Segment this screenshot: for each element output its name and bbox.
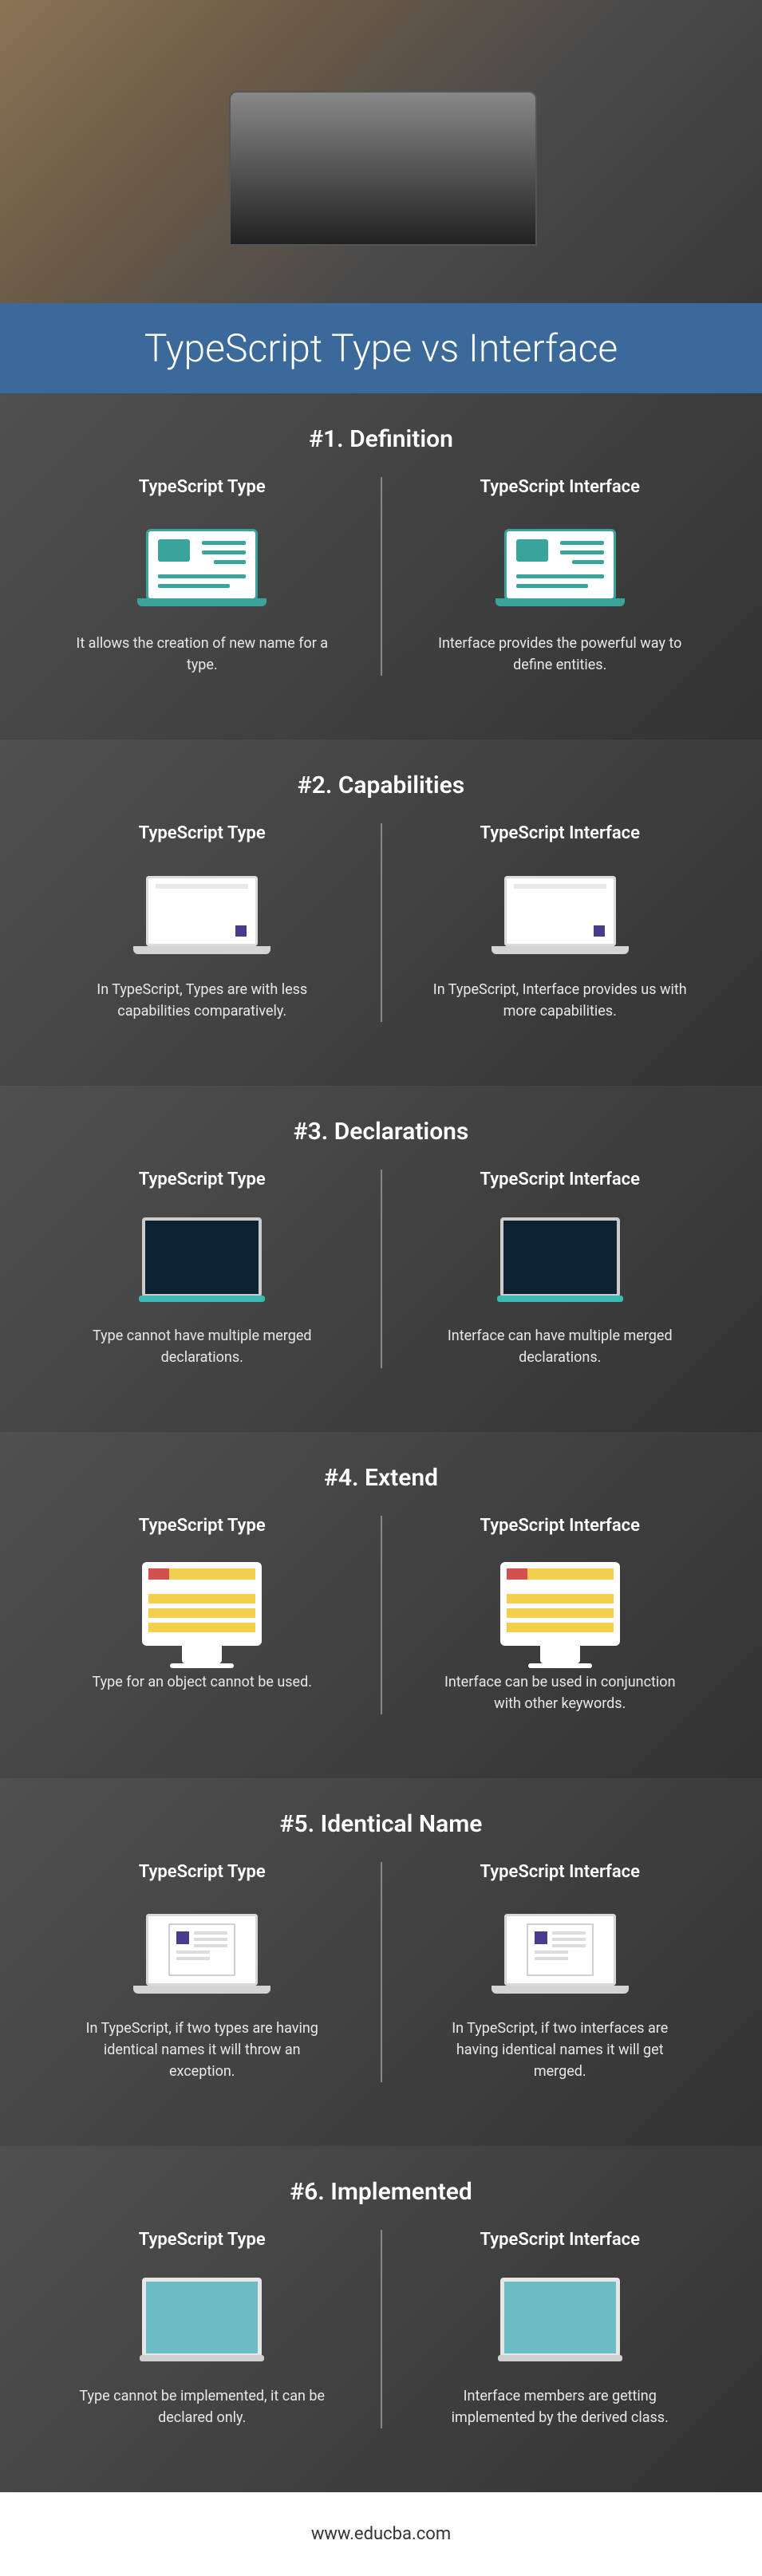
right-description: In TypeScript, Interface provides us wit… xyxy=(432,979,688,1022)
laptop-icon xyxy=(504,529,616,601)
monitor-icon xyxy=(142,2278,262,2357)
left-title: TypeScript Type xyxy=(48,1170,357,1189)
right-title: TypeScript Interface xyxy=(406,1170,715,1189)
monitor-icon xyxy=(500,1562,620,1646)
laptop-icon xyxy=(146,876,258,946)
left-title: TypeScript Type xyxy=(48,2230,357,2250)
monitor-icon xyxy=(142,1562,262,1646)
monitor-icon xyxy=(142,1217,262,1297)
monitor-icon xyxy=(500,2278,620,2357)
laptop-icon xyxy=(146,1914,258,1986)
section-heading: #2. Capabilities xyxy=(24,771,738,799)
hero-image xyxy=(0,0,762,303)
left-description: In TypeScript, Types are with less capab… xyxy=(74,979,330,1022)
comparison-section: #4. Extend TypeScript Type Type for an obj… xyxy=(0,1432,762,1778)
left-description: In TypeScript, if two types are having i… xyxy=(74,2018,330,2082)
right-title: TypeScript Interface xyxy=(406,477,715,497)
section-heading: #6. Implemented xyxy=(24,2178,738,2206)
laptop-icon xyxy=(504,876,616,946)
page-title: TypeScript Type vs Interface xyxy=(0,303,762,393)
left-description: Type cannot have multiple merged declara… xyxy=(74,1325,330,1368)
left-column: TypeScript Type In TypeScript, Types are … xyxy=(24,823,382,1022)
right-column: TypeScript Interface In TypeScript, Inter… xyxy=(382,823,739,1022)
left-column: TypeScript Type Type for an object cannot… xyxy=(24,1516,382,1714)
left-title: TypeScript Type xyxy=(48,1516,357,1536)
section-heading: #4. Extend xyxy=(24,1464,738,1492)
right-title: TypeScript Interface xyxy=(406,1862,715,1882)
right-title: TypeScript Interface xyxy=(406,823,715,843)
section-heading: #3. Declarations xyxy=(24,1118,738,1146)
footer-url: www.educba.com xyxy=(0,2492,762,2576)
comparison-section: #2. Capabilities TypeScript Type In TypeSc… xyxy=(0,740,762,1086)
section-heading: #5. Identical Name xyxy=(24,1810,738,1838)
right-description: Interface members are getting implemente… xyxy=(432,2385,688,2428)
left-column: TypeScript Type Type cannot be implemente… xyxy=(24,2230,382,2428)
left-title: TypeScript Type xyxy=(48,1862,357,1882)
right-title: TypeScript Interface xyxy=(406,1516,715,1536)
right-title: TypeScript Interface xyxy=(406,2230,715,2250)
left-description: It allows the creation of new name for a… xyxy=(74,633,330,676)
right-description: Interface can have multiple merged decla… xyxy=(432,1325,688,1368)
laptop-icon xyxy=(504,1914,616,1986)
left-column: TypeScript Type In TypeScript, if two typ… xyxy=(24,1862,382,2082)
right-description: Interface can be used in conjunction wit… xyxy=(432,1671,688,1714)
left-description: Type cannot be implemented, it can be de… xyxy=(74,2385,330,2428)
right-description: Interface provides the powerful way to d… xyxy=(432,633,688,676)
left-column: TypeScript Type It allows the creation of… xyxy=(24,477,382,676)
right-column: TypeScript Interface Interface can have m… xyxy=(382,1170,739,1368)
comparison-section: #6. Implemented TypeScript Type Type canno… xyxy=(0,2146,762,2492)
comparison-section: #1. Definition TypeScript Type It allows t… xyxy=(0,393,762,740)
left-description: Type for an object cannot be used. xyxy=(74,1671,330,1693)
right-description: In TypeScript, if two interfaces are hav… xyxy=(432,2018,688,2082)
right-column: TypeScript Interface Interface provides t… xyxy=(382,477,739,676)
section-heading: #1. Definition xyxy=(24,425,738,453)
right-column: TypeScript Interface Interface can be use… xyxy=(382,1516,739,1714)
left-title: TypeScript Type xyxy=(48,477,357,497)
right-column: TypeScript Interface In TypeScript, if tw… xyxy=(382,1862,739,2082)
comparison-section: #5. Identical Name TypeScript Type In Type… xyxy=(0,1778,762,2146)
laptop-icon xyxy=(146,529,258,601)
right-column: TypeScript Interface Interface members ar… xyxy=(382,2230,739,2428)
left-title: TypeScript Type xyxy=(48,823,357,843)
left-column: TypeScript Type Type cannot have multiple… xyxy=(24,1170,382,1368)
monitor-icon xyxy=(500,1217,620,1297)
comparison-section: #3. Declarations TypeScript Type Type cann… xyxy=(0,1086,762,1432)
